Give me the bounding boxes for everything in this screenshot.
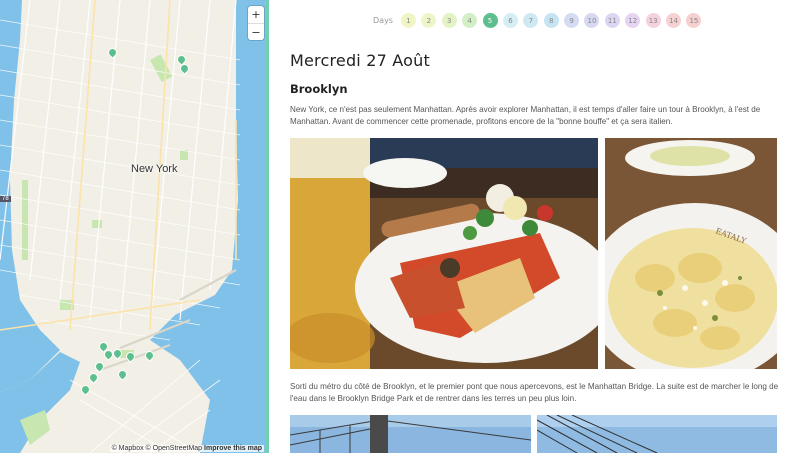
map-city-label: New York	[131, 163, 178, 175]
day-11-button[interactable]: 11	[604, 13, 620, 28]
day-2-button[interactable]: 2	[421, 13, 437, 28]
day-3-button[interactable]: 3	[441, 13, 457, 28]
brooklyn-bridge-photo[interactable]	[537, 415, 777, 453]
map-canvas[interactable]	[0, 0, 266, 453]
day-14-button[interactable]: 14	[666, 13, 682, 28]
highway-badge: 78	[0, 196, 11, 202]
pizza-photo[interactable]	[290, 138, 598, 369]
days-label: Days	[373, 16, 393, 25]
day-7-button[interactable]: 7	[523, 13, 539, 28]
page-title: Mercredi 27 Août	[290, 51, 430, 70]
zoom-in-button[interactable]: +	[248, 6, 264, 24]
day-12-button[interactable]: 12	[625, 13, 641, 28]
day-13-button[interactable]: 13	[645, 13, 661, 28]
manhattan-bridge-photo[interactable]	[290, 415, 531, 453]
improve-map-link[interactable]: Improve this map	[204, 445, 262, 452]
day-4-button[interactable]: 4	[462, 13, 478, 28]
day-list: 1 2 3 4 5 6 7 8 9 10 11 12 13 14 15	[400, 13, 707, 28]
article-panel: Days 1 2 3 4 5 6 7 8 9 10 11 12 13 14 15 Mercredi 27 A…	[269, 0, 800, 453]
day-9-button[interactable]: 9	[564, 13, 580, 28]
day-selector: Days 1 2 3 4 5 6 7 8 9 10 11 12 13 14 15	[373, 13, 707, 28]
intro-paragraph: New York, ce n'est pas seulement Manhatt…	[290, 105, 761, 126]
attribution-mapbox[interactable]: © Mapbox	[112, 445, 144, 452]
zoom-out-button[interactable]: −	[248, 24, 264, 41]
map-attribution: © Mapbox © OpenStreetMap Improve this ma…	[109, 445, 264, 452]
zoom-control[interactable]: + −	[248, 6, 264, 40]
day-15-button[interactable]: 15	[686, 13, 702, 28]
map-panel[interactable]: + − New York 78 © Mapbox © OpenStreetMap…	[0, 0, 266, 453]
day-5-button[interactable]: 5	[482, 13, 498, 28]
day-10-button[interactable]: 10	[584, 13, 600, 28]
day-1-button[interactable]: 1	[400, 13, 416, 28]
day-6-button[interactable]: 6	[502, 13, 518, 28]
day-8-button[interactable]: 8	[543, 13, 559, 28]
section-title: Brooklyn	[290, 82, 348, 96]
bridge-paragraph: Sorti du métro du côté de Brooklyn, et l…	[290, 382, 779, 403]
pasta-photo[interactable]: EATALY	[605, 138, 777, 369]
attribution-osm[interactable]: © OpenStreetMap	[146, 445, 203, 452]
